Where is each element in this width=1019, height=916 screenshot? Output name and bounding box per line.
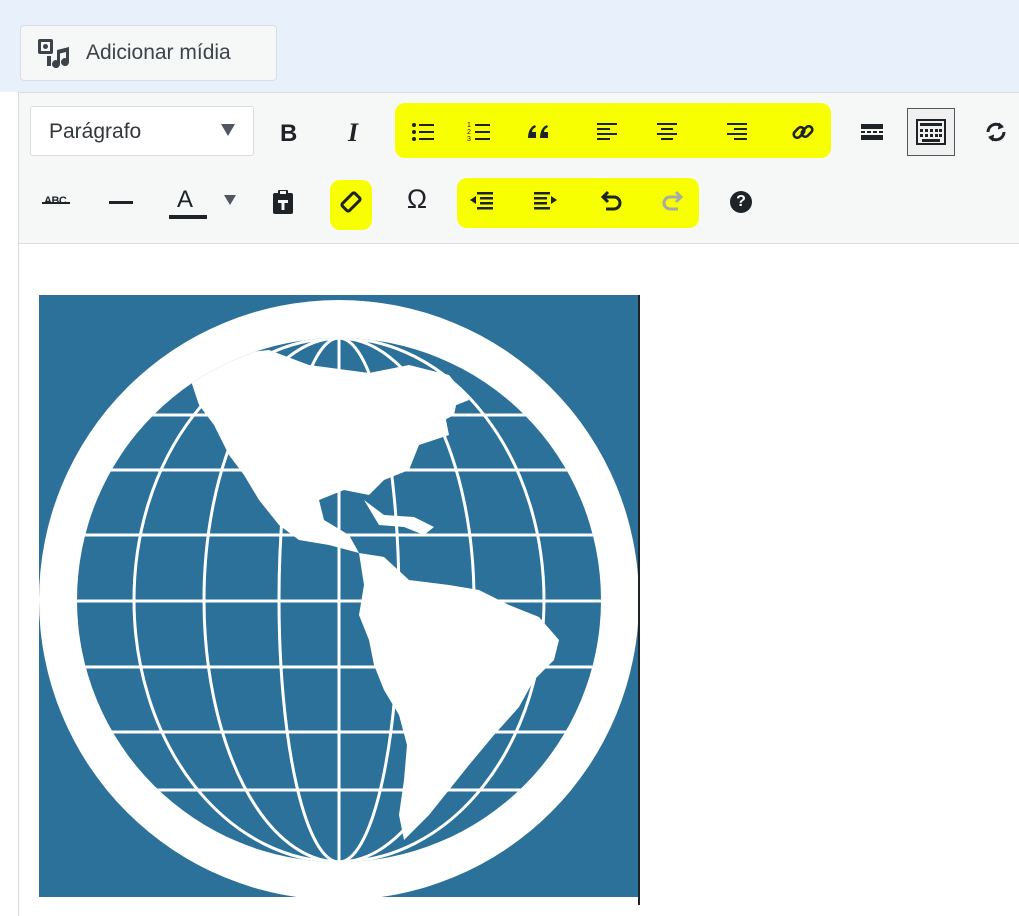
help-icon: ?: [730, 191, 752, 213]
text-color-button[interactable]: A: [160, 180, 210, 224]
indent-icon: [532, 190, 558, 214]
link-icon: [790, 119, 816, 145]
svg-text:3: 3: [467, 136, 471, 143]
redo-button[interactable]: [654, 183, 692, 221]
text-color-dropdown[interactable]: [218, 185, 242, 215]
format-select[interactable]: Parágrafo: [30, 106, 254, 156]
special-character-icon: Ω: [406, 183, 428, 214]
undo-icon: [598, 189, 624, 215]
clear-formatting-icon: [338, 189, 364, 215]
media-icon: [37, 38, 71, 73]
paste-as-text-icon: [271, 189, 295, 215]
bold-icon: B: [277, 119, 301, 145]
svg-text:B: B: [280, 120, 297, 145]
format-select-value: Parágrafo: [49, 120, 142, 143]
bold-button[interactable]: B: [270, 113, 308, 151]
link-button[interactable]: [784, 113, 822, 151]
svg-text:1: 1: [467, 122, 471, 129]
blockquote-button[interactable]: [520, 113, 558, 151]
chevron-down-icon: [224, 195, 236, 205]
add-media-label: Adicionar mídia: [86, 41, 231, 64]
horizontal-line-button[interactable]: [102, 183, 140, 221]
strikethrough-label: ABC: [44, 195, 67, 207]
bullet-list-button[interactable]: [404, 113, 442, 151]
align-right-button[interactable]: [718, 113, 756, 151]
refresh-button[interactable]: [976, 113, 1016, 151]
horizontal-line-icon: [108, 190, 134, 214]
strikethrough-button[interactable]: ABC: [38, 183, 76, 221]
align-left-button[interactable]: [588, 113, 626, 151]
align-center-button[interactable]: [648, 113, 686, 151]
outdent-button[interactable]: [463, 183, 501, 221]
special-character-button[interactable]: Ω: [398, 180, 436, 218]
align-right-icon: [725, 120, 749, 144]
italic-button[interactable]: I: [338, 113, 376, 151]
blockquote-icon: [526, 120, 552, 144]
clear-formatting-button[interactable]: [332, 183, 370, 221]
read-more-icon: [860, 120, 884, 144]
image-right-edge: [638, 295, 640, 905]
text-color-letter: A: [177, 186, 194, 213]
numbered-list-icon: 1 2 3: [467, 120, 491, 144]
undo-button[interactable]: [592, 183, 630, 221]
chevron-down-icon: [221, 124, 235, 136]
strikethrough-icon: ABC: [42, 194, 72, 210]
read-more-button[interactable]: [853, 113, 891, 151]
svg-text:2: 2: [467, 129, 471, 136]
svg-text:I: I: [347, 119, 359, 145]
align-left-icon: [595, 120, 619, 144]
help-button[interactable]: ?: [722, 183, 760, 221]
align-center-icon: [655, 120, 679, 144]
help-glyph: ?: [736, 193, 746, 210]
toolbar-toggle-button[interactable]: [907, 108, 955, 156]
numbered-list-button[interactable]: 1 2 3: [460, 113, 498, 151]
outdent-icon: [469, 190, 495, 214]
globe-americas-image[interactable]: [39, 295, 639, 900]
add-media-button[interactable]: Adicionar mídia: [20, 25, 277, 81]
redo-icon: [660, 189, 686, 215]
refresh-icon: [983, 119, 1009, 145]
toolbar-toggle-icon: [916, 119, 946, 145]
bullet-list-icon: [411, 120, 435, 144]
paste-as-text-button[interactable]: [264, 183, 302, 221]
text-color-icon: A: [163, 184, 207, 220]
indent-button[interactable]: [526, 183, 564, 221]
italic-icon: I: [345, 119, 369, 145]
